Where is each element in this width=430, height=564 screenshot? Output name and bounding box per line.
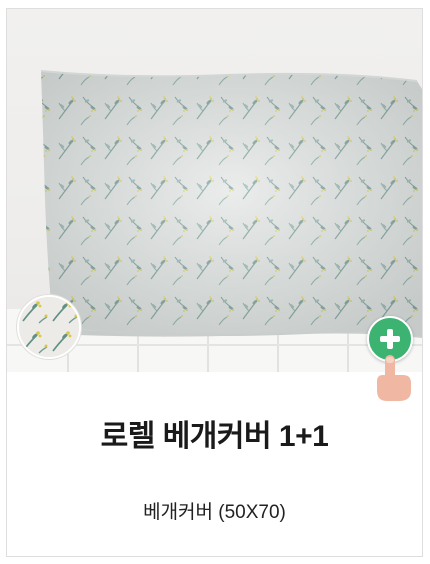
pointing-hand-icon bbox=[377, 355, 411, 401]
pattern-swatch bbox=[17, 295, 81, 359]
product-option: 베개커버 (50X70) bbox=[143, 502, 286, 523]
product-card[interactable]: 로렐 베개커버 1+1 베개커버 (50X70) bbox=[6, 8, 423, 557]
floral-swatch-icon bbox=[19, 297, 79, 357]
product-photo[interactable] bbox=[7, 9, 422, 372]
product-title: 로렐 베개커버 1+1 bbox=[100, 420, 329, 453]
